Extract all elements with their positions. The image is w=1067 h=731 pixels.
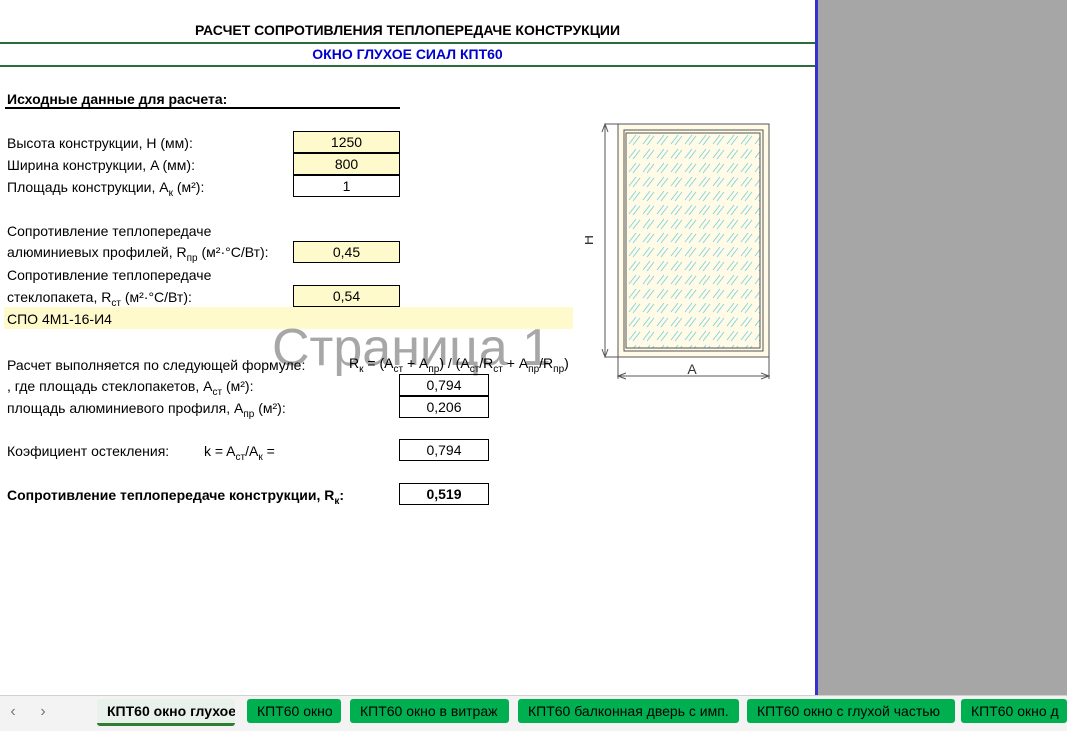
- page-title: РАСЧЕТ СОПРОТИВЛЕНИЯ ТЕПЛОПЕРЕДАЧЕ КОНСТ…: [194, 22, 621, 38]
- ast-value[interactable]: 0,794: [399, 374, 489, 396]
- sheet-tab-active[interactable]: КПТ60 окно глухое: [97, 699, 235, 726]
- rpr-label-line1: Сопротивление теплопередаче: [7, 223, 212, 239]
- sheet-tab-bar: ‹ › КПТ60 окно глухое КПТ60 окно КПТ60 о…: [0, 695, 1067, 731]
- apr-label: площадь алюминиевого профиля, Aпр (м²):: [7, 400, 286, 420]
- window-drawing: H A: [585, 122, 771, 380]
- k-value[interactable]: 0,794: [399, 439, 489, 461]
- formula: Rк = (Aст + Aпр) / (Aст/Rст + Aпр/Rпр): [349, 355, 569, 375]
- formula-label: Расчет выполняется по следующей формуле:: [7, 357, 306, 373]
- spreadsheet-page: РАСЧЕТ СОПРОТИВЛЕНИЯ ТЕПЛОПЕРЕДАЧЕ КОНСТ…: [0, 0, 815, 695]
- k-formula: k = Aст/Aк =: [204, 443, 275, 463]
- result-label: Сопротивление теплопередаче конструкции,…: [7, 487, 345, 507]
- area-value[interactable]: 1: [293, 175, 400, 197]
- chevron-right-icon[interactable]: ›: [30, 699, 56, 725]
- height-dimension-label: H: [585, 235, 596, 245]
- height-input[interactable]: 1250: [293, 131, 400, 153]
- divider: [0, 42, 815, 44]
- rpr-input[interactable]: 0,45: [293, 241, 400, 263]
- divider: [0, 65, 815, 67]
- area-label: Площадь конструкции, Aк (м²):: [7, 179, 205, 199]
- width-dimension-label: A: [687, 361, 697, 377]
- ast-label: , где площадь стеклопакетов, Aст (м²):: [7, 378, 254, 398]
- k-label: Коэфициент остекления:: [7, 443, 170, 459]
- section-title: Исходные данные для расчета:: [7, 91, 228, 107]
- rst-label-line1: Сопротивление теплопередаче: [7, 267, 212, 283]
- sheet-tab[interactable]: КПТ60 балконная дверь с имп.: [518, 699, 739, 723]
- page-break-line: [815, 0, 818, 695]
- result-value[interactable]: 0,519: [399, 483, 489, 505]
- width-label: Ширина конструкции, A (мм):: [7, 157, 195, 173]
- sheet-tab[interactable]: КПТ60 окно с глухой частью: [747, 699, 955, 723]
- sheet-tab[interactable]: КПТ60 окно д: [961, 699, 1067, 723]
- height-label: Высота конструкции, H (мм):: [7, 135, 193, 151]
- rpr-label: алюминиевых профилей, Rпр (м²·°C/Вт):: [7, 244, 269, 264]
- rst-label: стеклопакета, Rст (м²·°C/Вт):: [7, 289, 192, 309]
- rst-input[interactable]: 0,54: [293, 285, 400, 307]
- chevron-left-icon[interactable]: ‹: [0, 699, 26, 725]
- sheet-tab[interactable]: КПТ60 окно в витраж: [350, 699, 509, 723]
- width-input[interactable]: 800: [293, 153, 400, 175]
- section-underline: [5, 107, 400, 109]
- page-subtitle: ОКНО ГЛУХОЕ СИАЛ КПТ60: [312, 46, 503, 62]
- apr-value[interactable]: 0,206: [399, 396, 489, 418]
- sheet-tab[interactable]: КПТ60 окно: [247, 699, 341, 723]
- glass-spec: СПО 4М1-16-И4: [7, 311, 112, 327]
